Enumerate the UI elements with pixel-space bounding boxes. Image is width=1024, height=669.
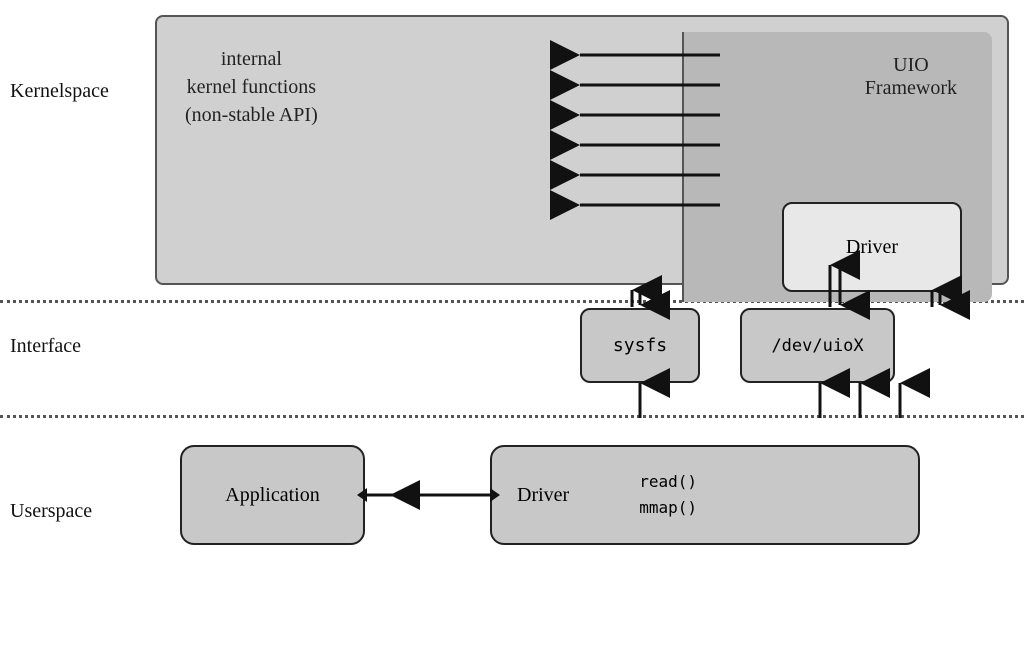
kernel-functions-text: internal kernel functions (non-stable AP… — [185, 45, 318, 129]
interface-bottom-line — [0, 415, 1024, 418]
read-mmap-text: read() mmap() — [639, 469, 697, 520]
application-box: Application — [180, 445, 365, 545]
sysfs-box: sysfs — [580, 308, 700, 383]
driver-user-box: Driver read() mmap() — [490, 445, 920, 545]
kernelspace-label: Kernelspace — [10, 80, 109, 103]
diagram: Kernelspace Interface Userspace UIO Fram… — [0, 0, 1024, 669]
driver-kernel-box: Driver — [782, 202, 962, 292]
uio-framework-box: UIO Framework Driver — [682, 32, 992, 302]
interface-label: Interface — [10, 335, 81, 358]
devuio-box: /dev/uioX — [740, 308, 895, 383]
driver-user-label: Driver — [517, 484, 569, 507]
uio-framework-text: UIO Framework — [865, 54, 957, 100]
userspace-label: Userspace — [10, 500, 92, 523]
